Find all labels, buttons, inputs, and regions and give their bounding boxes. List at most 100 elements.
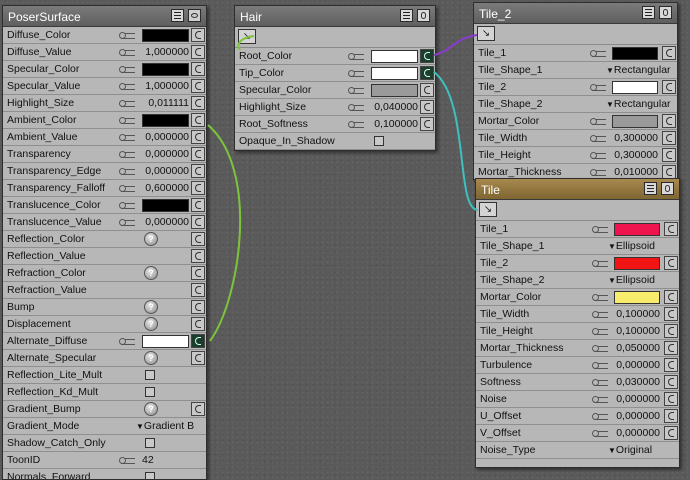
input-port-connected-icon[interactable] [191, 334, 205, 348]
node-header[interactable]: Tile_2 [474, 3, 677, 24]
color-swatch[interactable] [614, 223, 660, 236]
help-icon[interactable]: ? [144, 317, 158, 331]
keyframe-key-icon[interactable] [119, 185, 135, 192]
keyframe-key-icon[interactable] [348, 53, 364, 60]
input-port-connected-icon[interactable] [420, 66, 434, 80]
input-port-icon[interactable] [191, 402, 205, 416]
input-port-icon[interactable] [662, 114, 676, 128]
help-icon[interactable]: ? [144, 266, 158, 280]
checkbox[interactable] [145, 370, 155, 380]
color-swatch[interactable] [371, 67, 418, 80]
input-port-icon[interactable] [664, 392, 678, 406]
input-port-icon[interactable] [662, 148, 676, 162]
keyframe-key-icon[interactable] [119, 219, 135, 226]
color-swatch[interactable] [371, 84, 418, 97]
input-port-icon[interactable] [191, 28, 205, 42]
input-port-icon[interactable] [191, 198, 205, 212]
help-icon[interactable]: ? [144, 232, 158, 246]
input-port-icon[interactable] [664, 341, 678, 355]
keyframe-key-icon[interactable] [590, 169, 606, 176]
keyframe-key-icon[interactable] [590, 152, 606, 159]
input-port-icon[interactable] [191, 147, 205, 161]
color-swatch[interactable] [142, 114, 189, 127]
input-port-icon[interactable] [191, 96, 205, 110]
node-menu-icon[interactable] [400, 9, 413, 22]
dropdown-select[interactable]: ▼Original [608, 444, 652, 456]
input-port-icon[interactable] [664, 426, 678, 440]
color-swatch[interactable] [612, 81, 658, 94]
color-swatch[interactable] [142, 335, 189, 348]
value-field[interactable]: 0,030000 [614, 375, 660, 389]
color-swatch[interactable] [142, 29, 189, 42]
keyframe-key-icon[interactable] [592, 260, 608, 267]
dropdown-select[interactable]: ▼Rectangular [606, 98, 671, 110]
input-port-icon[interactable] [191, 130, 205, 144]
input-port-icon[interactable] [191, 45, 205, 59]
keyframe-key-icon[interactable] [119, 32, 135, 39]
keyframe-key-icon[interactable] [348, 87, 364, 94]
input-port-connected-icon[interactable] [420, 49, 434, 63]
color-swatch[interactable] [614, 257, 660, 270]
keyframe-key-icon[interactable] [592, 396, 608, 403]
input-port-icon[interactable] [191, 283, 205, 297]
keyframe-key-icon[interactable] [590, 84, 606, 91]
keyframe-key-icon[interactable] [590, 50, 606, 57]
keyframe-key-icon[interactable] [119, 134, 135, 141]
color-swatch[interactable] [142, 199, 189, 212]
input-port-icon[interactable] [662, 131, 676, 145]
keyframe-key-icon[interactable] [119, 151, 135, 158]
checkbox[interactable] [145, 472, 155, 479]
keyframe-key-icon[interactable] [592, 413, 608, 420]
value-field[interactable]: 0,600000 [142, 181, 189, 195]
value-field[interactable]: 0,100000 [614, 324, 660, 338]
keyframe-key-icon[interactable] [592, 430, 608, 437]
checkbox[interactable] [374, 136, 384, 146]
keyframe-key-icon[interactable] [590, 118, 606, 125]
color-swatch[interactable] [612, 115, 658, 128]
value-field[interactable]: 0,010000 [612, 165, 658, 179]
input-port-icon[interactable] [191, 79, 205, 93]
value-field[interactable]: 0,000000 [142, 164, 189, 178]
node-menu-icon[interactable] [171, 9, 184, 22]
input-port-icon[interactable] [191, 351, 205, 365]
input-port-icon[interactable] [191, 249, 205, 263]
node-menu-icon[interactable] [642, 6, 655, 19]
input-port-icon[interactable] [662, 165, 676, 179]
node-header[interactable]: PoserSurface [3, 6, 206, 27]
help-icon[interactable]: ? [144, 402, 158, 416]
input-port-icon[interactable] [664, 307, 678, 321]
link-icon[interactable] [661, 182, 674, 195]
dropdown-select[interactable]: ▼Ellipsoid [608, 274, 655, 286]
tile-2-node[interactable]: Tile_2 ↘ Tile_1 Tile_Shape_1 ▼Rectangular T… [473, 2, 678, 180]
value-field[interactable]: 0,300000 [612, 148, 658, 162]
output-port-icon[interactable]: ↘ [238, 29, 256, 44]
keyframe-key-icon[interactable] [119, 100, 135, 107]
input-port-icon[interactable] [191, 181, 205, 195]
value-field[interactable]: 0,000000 [142, 147, 189, 161]
input-port-icon[interactable] [191, 300, 205, 314]
input-port-icon[interactable] [420, 100, 434, 114]
input-port-icon[interactable] [664, 358, 678, 372]
keyframe-key-icon[interactable] [592, 328, 608, 335]
checkbox[interactable] [145, 387, 155, 397]
preview-eye-icon[interactable] [188, 9, 201, 22]
value-field[interactable]: 0,011111 [142, 96, 189, 110]
keyframe-key-icon[interactable] [119, 66, 135, 73]
input-port-icon[interactable] [664, 409, 678, 423]
keyframe-key-icon[interactable] [592, 362, 608, 369]
dropdown-select[interactable]: ▼Ellipsoid [608, 240, 655, 252]
node-header[interactable]: Hair [235, 6, 435, 27]
keyframe-key-icon[interactable] [119, 83, 135, 90]
help-icon[interactable]: ? [144, 351, 158, 365]
input-port-icon[interactable] [662, 46, 676, 60]
keyframe-key-icon[interactable] [119, 168, 135, 175]
keyframe-key-icon[interactable] [590, 135, 606, 142]
keyframe-key-icon[interactable] [592, 345, 608, 352]
value-field[interactable]: 1,000000 [142, 79, 189, 93]
keyframe-key-icon[interactable] [348, 104, 364, 111]
value-field[interactable]: 0,000000 [614, 358, 660, 372]
input-port-icon[interactable] [191, 232, 205, 246]
input-port-icon[interactable] [191, 62, 205, 76]
input-port-icon[interactable] [191, 164, 205, 178]
input-port-icon[interactable] [662, 80, 676, 94]
